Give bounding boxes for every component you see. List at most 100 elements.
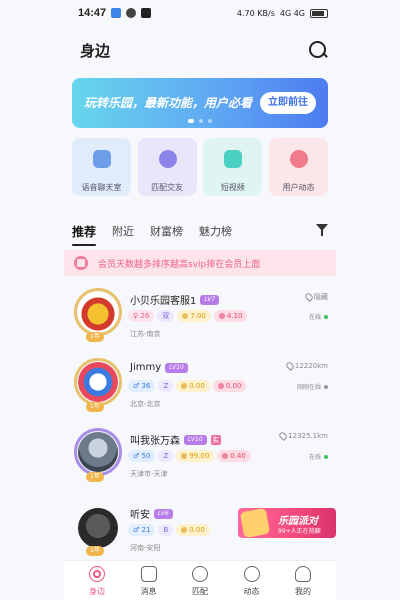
- moments-icon: [243, 566, 260, 582]
- vip-badge: 1年: [86, 402, 104, 412]
- tab-nearby[interactable]: 附近: [112, 223, 134, 239]
- heart-icon: [222, 453, 229, 459]
- wealth-tag: 7.00: [177, 310, 211, 322]
- distance: 隐藏: [304, 292, 328, 302]
- level-badge: LV6: [154, 508, 173, 519]
- charm-tag: 0.00: [212, 380, 247, 392]
- wealth-tag: 0.00: [176, 380, 210, 392]
- bottom-nav: 身边 消息 匹配 动态 我的: [64, 560, 336, 600]
- age-value: 26: [140, 312, 150, 320]
- tiktok-icon: [141, 8, 152, 18]
- banner-dot: [188, 119, 194, 123]
- level-badge: LV10: [184, 434, 207, 445]
- avatar: [78, 508, 118, 548]
- tile-label: 用户动态: [282, 183, 315, 192]
- age-value: 50: [141, 452, 151, 460]
- nav-moments[interactable]: 动态: [227, 561, 277, 600]
- nearby-icon: [89, 566, 105, 582]
- level-badge: LV7: [200, 294, 220, 305]
- charm-value: 0.40: [230, 452, 246, 460]
- app-screen: 14:47 4.70 KB/s 4G 4G 身边 玩转乐园，最新功能，用户必看 …: [0, 0, 400, 600]
- tab-recommend[interactable]: 推荐: [72, 223, 97, 246]
- avatar: [78, 292, 118, 332]
- online-dot: [324, 454, 328, 459]
- tile-short-video[interactable]: 短视频: [203, 138, 263, 196]
- party-icon: [239, 507, 271, 539]
- location-pin-icon: [304, 292, 314, 302]
- charm-tag: 4.10: [213, 310, 248, 322]
- page-title: 身边: [80, 42, 111, 60]
- notice-text: 会员天数越多排序越高svip排在会员上面: [98, 259, 261, 270]
- heart-icon: [217, 383, 224, 389]
- party-promo-button[interactable]: 乐园派对 99+人正在热聊: [238, 507, 336, 539]
- age-value: 36: [141, 382, 151, 390]
- tile-label: 语音聊天室: [81, 183, 122, 192]
- nav-label: 匹配: [192, 587, 208, 596]
- heart-icon: [218, 313, 225, 319]
- notification-icon: [126, 8, 137, 18]
- distance-value: 12220km: [294, 362, 328, 370]
- nav-messages[interactable]: 消息: [124, 561, 174, 600]
- distance-value: 隐藏: [314, 293, 328, 301]
- zodiac-tag: 双: [157, 310, 175, 322]
- gender-age-tag: ♂ 36: [128, 380, 156, 392]
- match-icon: [192, 566, 208, 582]
- verified-badge: 实: [210, 434, 221, 445]
- status-text: 在线: [308, 314, 321, 321]
- online-status: 刚刚在线: [297, 382, 328, 391]
- user-name: 叫我张万森: [130, 436, 180, 447]
- nav-label: 消息: [140, 587, 157, 596]
- feature-tiles: 语音聊天室 匹配交友 短视频 用户动态: [72, 138, 328, 196]
- offline-dot: [324, 384, 328, 389]
- search-icon[interactable]: [308, 40, 328, 60]
- tile-voice-chatroom[interactable]: 语音聊天室: [72, 138, 131, 196]
- network-speed: 4.70 KB/s: [236, 8, 275, 18]
- status-bar: 14:47 4.70 KB/s 4G 4G: [0, 0, 400, 26]
- wealth-tag: 99.00: [176, 450, 215, 462]
- tile-user-activity[interactable]: 用户动态: [268, 138, 328, 196]
- list-tabs: 推荐 附近 财富榜 魅力榜: [72, 218, 328, 246]
- avatar: [78, 432, 118, 472]
- nav-nearby[interactable]: 身边: [72, 561, 122, 600]
- tab-wealth-rank[interactable]: 财富榜: [150, 223, 183, 239]
- app-notification-icon: [111, 8, 122, 18]
- tile-match-friends[interactable]: 匹配交友: [137, 138, 197, 196]
- banner-dot: [208, 119, 212, 123]
- tab-charm-rank[interactable]: 魅力榜: [199, 223, 232, 239]
- distance: 12220km: [284, 361, 328, 371]
- microphone-icon: [93, 150, 111, 168]
- signal-icon: 4G 4G: [279, 8, 305, 18]
- zodiac-tag: Z: [158, 380, 174, 392]
- banner-text: 玩转乐园，最新功能，用户必看: [84, 96, 253, 110]
- charm-value: 4.10: [226, 312, 243, 320]
- status-time: 14:47: [78, 7, 107, 19]
- user-location: 北京-北京: [130, 400, 161, 408]
- filter-icon[interactable]: [316, 224, 328, 236]
- online-dot: [324, 314, 328, 319]
- user-card[interactable]: 1年 Jimmy LV10 ♂ 36 Z 0.00 0.00 北京-北京 122…: [72, 358, 328, 426]
- wealth-value: 0.00: [189, 382, 205, 390]
- zodiac-tag: B: [158, 524, 174, 536]
- tile-label: 匹配交友: [151, 183, 184, 192]
- wealth-value: 0.00: [189, 526, 205, 534]
- nav-profile[interactable]: 我的: [278, 561, 328, 600]
- battery-icon: [310, 8, 328, 18]
- distance-value: 12325.1km: [288, 432, 328, 440]
- charm-tag: 0.40: [217, 450, 251, 462]
- user-location: 天津市-天津: [130, 470, 168, 478]
- gender-age-tag: ♂ 50: [128, 450, 156, 462]
- vip-badge: 1年: [86, 546, 104, 556]
- location-pin-icon: [278, 431, 289, 441]
- user-name: 小贝乐园客服1: [130, 296, 197, 307]
- vip-badge: 1年: [86, 472, 104, 482]
- user-card[interactable]: 1年 小贝乐园客服1 LV7 ♀ 26 双 7.00 4.10 江苏-南京 隐藏…: [72, 288, 328, 356]
- status-text: 刚刚在线: [296, 384, 321, 391]
- avatar: [78, 362, 118, 402]
- promo-title: 乐园派对: [278, 516, 318, 527]
- banner-go-button[interactable]: 立即前往: [260, 92, 316, 114]
- gender-symbol: ♂: [133, 382, 140, 390]
- user-card[interactable]: 1年 叫我张万森 LV10 实 ♂ 50 Z 99.00 0.40 天津市-天津…: [72, 428, 328, 496]
- nav-match[interactable]: 匹配: [175, 561, 225, 600]
- promo-banner[interactable]: 玩转乐园，最新功能，用户必看 立即前往: [72, 78, 328, 128]
- people-icon: [158, 150, 177, 168]
